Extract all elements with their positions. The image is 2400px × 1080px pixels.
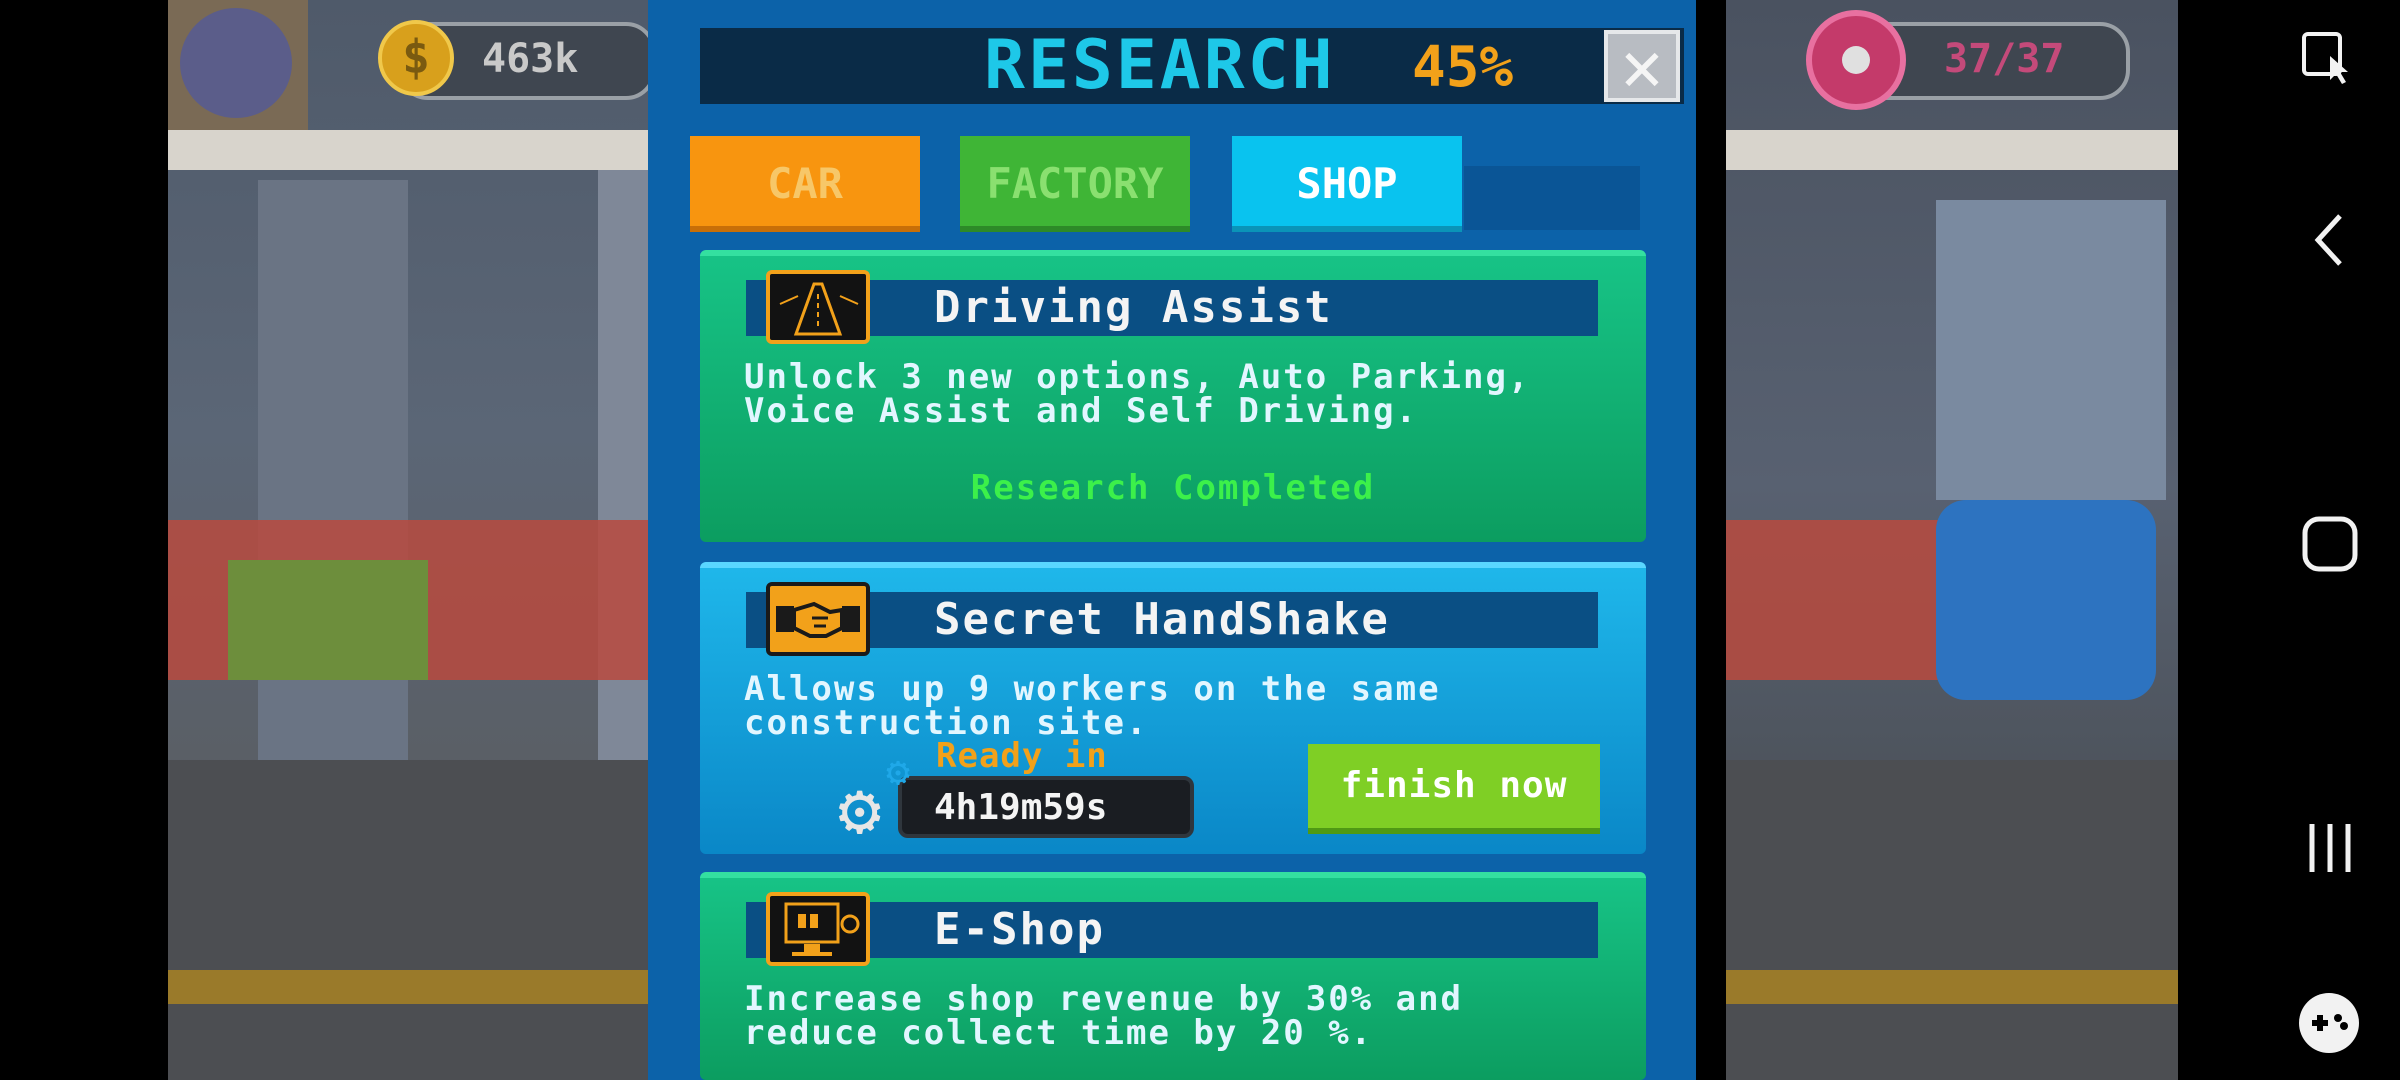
gear-small-icon: ⚙ xyxy=(886,749,911,795)
computer-shop-icon xyxy=(766,892,870,966)
card-title: Driving Assist xyxy=(934,282,1333,333)
finish-now-button[interactable]: finish now xyxy=(1308,744,1600,834)
card-description: Increase shop revenue by 30% and reduce … xyxy=(744,979,1464,1053)
money-value: 463k xyxy=(482,36,579,82)
tab-bar-decoration xyxy=(1464,166,1640,230)
donut-value: 37/37 xyxy=(1944,36,2065,82)
game-background-right xyxy=(1726,0,2178,1080)
tab-car[interactable]: CAR xyxy=(690,136,920,232)
dollar-coin-icon: $ xyxy=(378,20,454,96)
research-card-e-shop: E-Shop Increase shop revenue by 30% and … xyxy=(700,872,1646,1080)
card-description: Unlock 3 new options, Auto Parking, Voic… xyxy=(744,357,1531,431)
floor-stripe xyxy=(1726,970,2178,1004)
game-controller-icon[interactable] xyxy=(2296,990,2362,1056)
card-description: Allows up 9 workers on the same construc… xyxy=(744,669,1441,743)
blue-car xyxy=(1936,500,2156,700)
road-icon xyxy=(766,270,870,344)
research-title: RESEARCH xyxy=(984,26,1336,105)
research-percent: 45% xyxy=(1412,35,1514,100)
tab-factory[interactable]: FACTORY xyxy=(960,136,1190,232)
research-timer: 4h19m59s xyxy=(934,787,1108,828)
ready-in-label: Ready in xyxy=(936,736,1108,776)
gear-icon: ⚙ xyxy=(838,767,882,851)
card-title: E-Shop xyxy=(934,904,1105,955)
handshake-icon xyxy=(766,582,870,656)
screenshot-touch-icon[interactable] xyxy=(2300,30,2360,90)
donut-icon xyxy=(1806,10,1906,110)
avatar-icon xyxy=(180,8,292,118)
research-completed-label: Research Completed xyxy=(970,468,1376,508)
close-button[interactable]: ✕ xyxy=(1604,30,1680,102)
bush xyxy=(228,560,428,680)
tab-shop[interactable]: SHOP xyxy=(1232,136,1462,232)
home-icon[interactable] xyxy=(2300,514,2360,574)
recents-icon[interactable] xyxy=(2302,818,2358,878)
close-icon: ✕ xyxy=(1620,25,1664,107)
card-title: Secret HandShake xyxy=(934,594,1390,645)
research-card-driving-assist: Driving Assist Unlock 3 new options, Aut… xyxy=(700,250,1646,542)
window xyxy=(1936,200,2166,500)
back-icon[interactable] xyxy=(2306,210,2356,270)
wall-trim xyxy=(1726,130,2178,170)
card-title-bar xyxy=(746,902,1598,958)
floor xyxy=(1726,760,2178,1080)
